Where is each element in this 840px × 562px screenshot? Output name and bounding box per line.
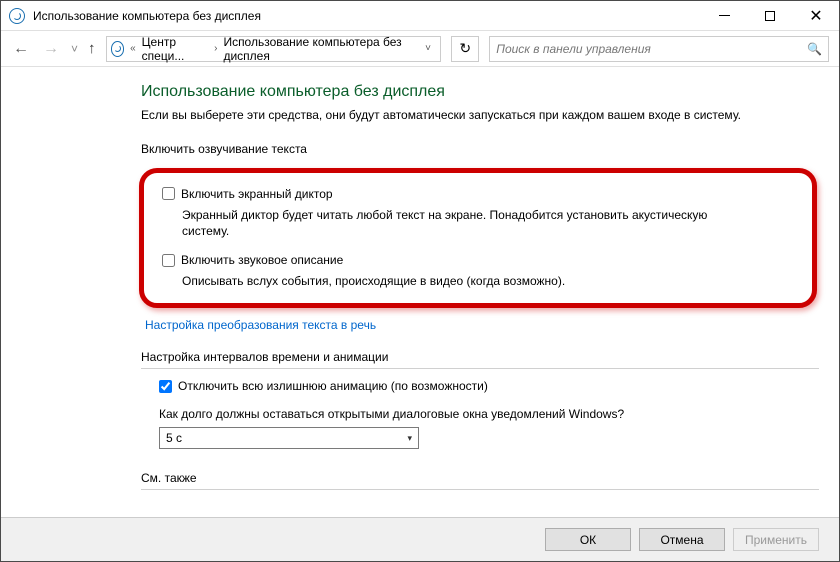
page-description: Если вы выберете эти средства, они будут… (141, 107, 741, 124)
address-dropdown[interactable]: ˅ (420, 43, 437, 54)
animation-checkbox-row[interactable]: Отключить всю излишнюю анимацию (по возм… (159, 379, 819, 393)
navbar: ← → ˅ ↑ « Центр специ... › Использование… (1, 31, 839, 67)
animation-label: Отключить всю излишнюю анимацию (по возм… (178, 379, 488, 393)
back-button[interactable]: ← (11, 39, 31, 59)
audio-desc-checkbox[interactable] (162, 254, 175, 267)
search-placeholder: Поиск в панели управления (496, 42, 807, 56)
search-input[interactable]: Поиск в панели управления 🔍 (489, 36, 829, 62)
audio-desc-checkbox-row[interactable]: Включить звуковое описание (162, 253, 794, 267)
highlight-annotation: Включить экранный диктор Экранный диктор… (139, 168, 817, 309)
tts-settings-link[interactable]: Настройка преобразования текста в речь (145, 318, 819, 332)
apply-button[interactable]: Применить (733, 528, 819, 551)
footer: ОК Отмена Применить (1, 517, 839, 561)
narrator-checkbox-row[interactable]: Включить экранный диктор (162, 187, 794, 201)
section-header-timing: Настройка интервалов времени и анимации (141, 350, 819, 369)
minimize-button[interactable] (701, 1, 747, 31)
titlebar: Использование компьютера без дисплея ✕ (1, 1, 839, 31)
refresh-button[interactable]: ↻ (451, 36, 479, 62)
content-area: Использование компьютера без дисплея Есл… (1, 67, 839, 517)
breadcrumb-item[interactable]: Центр специ... (142, 35, 208, 63)
section-header-narration: Включить озвучивание текста (141, 142, 819, 160)
ok-button[interactable]: ОК (545, 528, 631, 551)
see-also-header: См. также (141, 471, 819, 490)
narrator-label: Включить экранный диктор (181, 187, 333, 201)
narrator-description: Экранный диктор будет читать любой текст… (182, 207, 742, 239)
notification-duration-label: Как долго должны оставаться открытыми ди… (159, 407, 819, 421)
notification-duration-select[interactable]: 5 с ▾ (159, 427, 419, 449)
animation-checkbox[interactable] (159, 380, 172, 393)
window-title: Использование компьютера без дисплея (33, 9, 701, 23)
audio-desc-label: Включить звуковое описание (181, 253, 343, 267)
audio-desc-option: Включить звуковое описание Описывать всл… (162, 253, 794, 289)
narrator-option: Включить экранный диктор Экранный диктор… (162, 187, 794, 239)
window: Использование компьютера без дисплея ✕ ←… (0, 0, 840, 562)
animation-option: Отключить всю излишнюю анимацию (по возм… (159, 379, 819, 393)
chevron-right-icon: « (128, 43, 138, 54)
narrator-checkbox[interactable] (162, 187, 175, 200)
close-button[interactable]: ✕ (793, 1, 839, 31)
up-button[interactable]: ↑ (88, 40, 96, 57)
chevron-down-icon: ▾ (407, 433, 412, 444)
audio-desc-description: Описывать вслух события, происходящие в … (182, 273, 742, 289)
breadcrumb-item[interactable]: Использование компьютера без дисплея (223, 35, 411, 63)
page-title: Использование компьютера без дисплея (141, 83, 819, 101)
breadcrumb-bar[interactable]: « Центр специ... › Использование компьют… (106, 36, 442, 62)
cancel-button[interactable]: Отмена (639, 528, 725, 551)
accessibility-icon (111, 41, 125, 57)
window-controls: ✕ (701, 1, 839, 31)
accessibility-icon (9, 8, 25, 24)
nav-separator: ˅ (71, 42, 78, 56)
select-value: 5 с (166, 431, 407, 445)
chevron-right-icon: › (212, 43, 219, 54)
forward-button[interactable]: → (41, 39, 61, 59)
maximize-button[interactable] (747, 1, 793, 31)
search-icon: 🔍 (807, 42, 822, 56)
